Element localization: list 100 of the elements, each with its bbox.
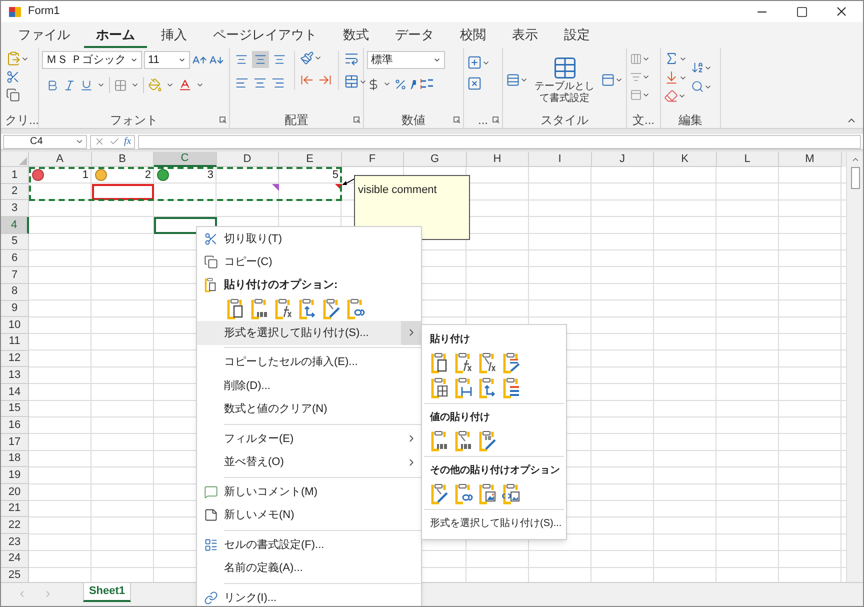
row-header[interactable]: 19 xyxy=(1,467,29,484)
row-header[interactable]: 11 xyxy=(1,334,29,351)
dropdown-caret-icon[interactable] xyxy=(520,76,528,84)
fill-down-icon[interactable] xyxy=(664,70,679,85)
menu-item[interactable]: リンク(I)... xyxy=(197,586,421,606)
column-header[interactable]: I xyxy=(529,152,592,167)
clipboard-icon[interactable] xyxy=(502,352,522,374)
font-color-icon[interactable] xyxy=(178,78,192,92)
clipboard-icon[interactable] xyxy=(346,298,366,320)
wrap-text-icon[interactable] xyxy=(344,51,359,66)
dropdown-caret-icon[interactable] xyxy=(166,81,174,89)
dialog-launcher-icon[interactable] xyxy=(453,116,461,124)
ribbon-tab[interactable]: 表示 xyxy=(500,24,550,48)
menu-item[interactable]: セルの書式設定(F)... xyxy=(197,533,421,556)
dropdown-caret-icon[interactable] xyxy=(482,58,490,66)
row-header[interactable]: 16 xyxy=(1,417,29,434)
row-header[interactable]: 12 xyxy=(1,350,29,368)
column-header[interactable]: M xyxy=(779,152,842,167)
copy-icon[interactable] xyxy=(6,88,20,102)
scissors-icon[interactable] xyxy=(6,70,20,84)
row-header[interactable]: 5 xyxy=(1,234,29,250)
row-header[interactable]: 3 xyxy=(1,200,29,218)
dropdown-caret-icon[interactable] xyxy=(75,137,84,146)
clipboard-icon[interactable] xyxy=(454,352,474,374)
insert-function-button[interactable]: fx xyxy=(124,134,132,149)
clipboard-icon[interactable] xyxy=(478,352,498,374)
sort-icon[interactable] xyxy=(691,61,704,74)
clipboard-icon[interactable] xyxy=(478,376,498,398)
row-header[interactable]: 15 xyxy=(1,400,29,418)
menu-item[interactable]: 数式と値のクリア(N) xyxy=(197,398,421,421)
decrease-indent-icon[interactable] xyxy=(300,73,314,87)
column-header[interactable]: H xyxy=(466,152,529,167)
column-header[interactable]: J xyxy=(592,152,654,167)
close-icon[interactable] xyxy=(834,4,849,19)
row-header[interactable]: 6 xyxy=(1,250,29,268)
menu-item[interactable]: 名前の定義(A)... xyxy=(197,556,421,580)
column-header[interactable]: L xyxy=(716,152,779,167)
column-header[interactable]: A xyxy=(29,152,92,167)
clipboard-icon[interactable] xyxy=(430,482,450,504)
dialog-launcher-icon[interactable] xyxy=(492,116,500,124)
dropdown-caret-icon[interactable] xyxy=(97,81,105,89)
dropdown-caret-icon[interactable] xyxy=(178,56,186,64)
clipboard-icon[interactable] xyxy=(430,430,450,452)
decimal-icon[interactable] xyxy=(419,77,435,91)
eraser-icon[interactable] xyxy=(664,89,678,103)
dropdown-caret-icon[interactable] xyxy=(679,74,687,82)
row-header[interactable]: 18 xyxy=(1,450,29,468)
column-header[interactable]: F xyxy=(342,152,404,167)
clipboard-icon[interactable] xyxy=(454,482,474,504)
clipboard-icon[interactable] xyxy=(502,482,522,504)
scrollbar-thumb[interactable] xyxy=(850,167,860,189)
table-format-button[interactable]: テーブルとして書式設定 xyxy=(530,81,599,105)
menu-item[interactable]: 形式を選択して貼り付け(S)... xyxy=(422,512,566,536)
dropdown-caret-icon[interactable] xyxy=(314,54,322,62)
font-size-field[interactable]: 11 xyxy=(144,51,190,69)
dropdown-caret-icon[interactable] xyxy=(679,54,687,62)
ribbon-tab[interactable]: 挿入 xyxy=(149,24,199,48)
row-header[interactable]: 4 xyxy=(1,217,29,234)
row-header[interactable]: 10 xyxy=(1,317,29,334)
column-header[interactable]: C xyxy=(154,152,216,167)
bold-icon[interactable] xyxy=(46,78,59,92)
comma-icon[interactable] xyxy=(410,78,416,90)
font-name-field[interactable]: ＭＳ Ｐゴシック xyxy=(42,51,142,69)
align-center-icon[interactable] xyxy=(253,76,267,90)
menu-item[interactable]: フィルター(E) xyxy=(197,427,421,450)
align-right-icon[interactable] xyxy=(271,76,285,90)
clipboard-icon[interactable] xyxy=(298,298,318,320)
row-header[interactable]: 25 xyxy=(1,568,29,582)
merge-icon[interactable] xyxy=(344,74,359,89)
cancel-icon[interactable] xyxy=(94,136,105,147)
dropdown-caret-icon[interactable] xyxy=(642,91,650,99)
vertical-scrollbar[interactable] xyxy=(846,152,863,582)
number-format-field[interactable]: 標準 xyxy=(367,51,445,69)
dialog-launcher-icon[interactable] xyxy=(353,116,361,124)
table-icon[interactable] xyxy=(552,55,578,81)
dropdown-caret-icon[interactable] xyxy=(642,73,650,81)
underline-icon[interactable] xyxy=(80,78,93,92)
clipboard-icon[interactable] xyxy=(250,298,270,320)
name-box[interactable]: C4 xyxy=(3,134,87,148)
formula-field[interactable] xyxy=(138,134,861,148)
row-header[interactable]: 7 xyxy=(1,267,29,284)
row-header[interactable]: 22 xyxy=(1,517,29,534)
enter-icon[interactable] xyxy=(109,136,120,147)
menu-item[interactable]: コピー(C) xyxy=(197,250,421,274)
dialog-launcher-icon[interactable] xyxy=(219,116,227,124)
row-header[interactable]: 20 xyxy=(1,484,29,501)
row-header[interactable]: 13 xyxy=(1,367,29,384)
sheet-tab[interactable]: Sheet1 xyxy=(83,583,131,602)
row-header[interactable]: 1 xyxy=(1,167,29,184)
column-header[interactable]: E xyxy=(279,152,342,167)
row-header[interactable]: 2 xyxy=(1,184,29,200)
row-header[interactable]: 9 xyxy=(1,300,29,318)
row-header[interactable]: 24 xyxy=(1,550,29,568)
dropdown-caret-icon[interactable] xyxy=(704,82,712,90)
row-header[interactable]: 14 xyxy=(1,384,29,401)
delete-cells-icon[interactable] xyxy=(467,76,482,91)
dropdown-caret-icon[interactable] xyxy=(704,64,712,72)
clipboard-icon[interactable] xyxy=(430,376,450,398)
menu-item[interactable]: 削除(D)... xyxy=(197,374,421,398)
clipboard-icon[interactable] xyxy=(454,376,474,398)
